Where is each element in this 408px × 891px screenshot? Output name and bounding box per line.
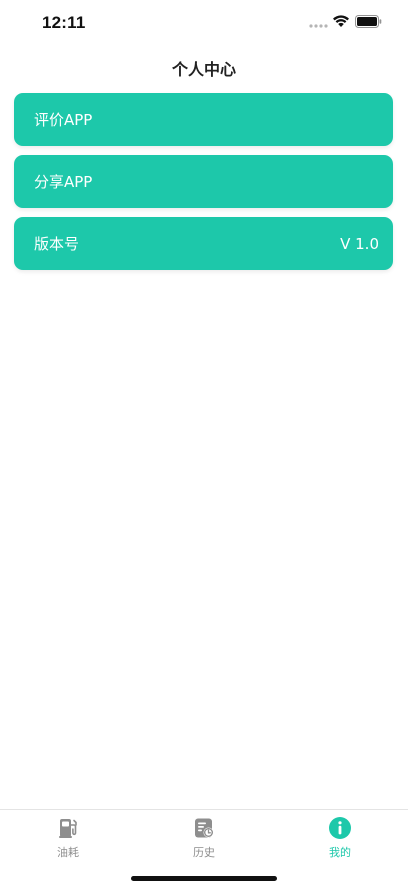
version-item[interactable]: 版本号 V 1.0 <box>14 217 393 270</box>
fuel-pump-icon <box>59 819 77 838</box>
tab-fuel[interactable]: 油耗 <box>0 814 136 864</box>
version-value: V 1.0 <box>340 234 379 253</box>
tab-mine[interactable]: 我的 <box>272 814 408 864</box>
menu-item-label: 分享APP <box>34 173 93 191</box>
rate-app-button[interactable]: 评价APP <box>14 93 393 146</box>
page-title: 个人中心 <box>171 60 236 79</box>
menu-item-label: 评价APP <box>34 111 93 129</box>
history-icon <box>195 818 214 838</box>
tab-history[interactable]: 历史 <box>136 814 272 864</box>
info-icon <box>329 817 351 839</box>
home-indicator <box>131 876 277 881</box>
status-bar: 12:11 <box>0 0 408 46</box>
share-app-button[interactable]: 分享APP <box>14 155 393 208</box>
battery-icon <box>355 15 382 28</box>
menu-item-label: 版本号 <box>34 235 80 253</box>
signal-icon <box>309 24 328 28</box>
tab-label: 历史 <box>193 846 215 859</box>
tab-label: 我的 <box>329 846 351 859</box>
status-time: 12:11 <box>42 13 86 32</box>
wifi-icon <box>333 15 349 27</box>
tab-label: 油耗 <box>57 846 79 859</box>
